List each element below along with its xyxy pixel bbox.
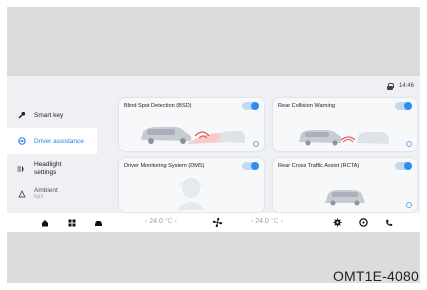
figure-code: OMT1E-4080	[332, 268, 419, 284]
bottom-bar: ‹ 24.0 °C › ‹ 24.0 °C ›	[7, 213, 420, 232]
status-bar: 14:46	[386, 80, 414, 92]
sidebar-item-label: Driver assistance	[34, 137, 84, 145]
rcta-card[interactable]: Rear Cross Traffic Assist (RCTA)	[273, 158, 417, 212]
sidebar-item-driver-assistance[interactable]: Driver assistance	[7, 128, 97, 154]
clock: 14:46	[398, 83, 414, 89]
temp-left-unit: °C	[164, 218, 173, 225]
dms-toggle[interactable]	[242, 162, 259, 170]
sidebar-item-sublabel: light	[34, 193, 44, 200]
lock-icon	[386, 82, 394, 90]
info-icon[interactable]	[253, 141, 259, 147]
dms-illustration	[177, 178, 205, 210]
sidebar: Smart key Driver assistance Headlight se…	[7, 102, 97, 204]
car-icon[interactable]	[94, 218, 103, 227]
fan-icon[interactable]	[212, 217, 223, 228]
sidebar-item-headlight-settings[interactable]: Headlight settings	[7, 154, 97, 184]
temp-right-value: 24.0	[255, 218, 269, 225]
sidebar-item-ambient[interactable]: Ambient light	[7, 184, 97, 204]
dms-card[interactable]: Driver Monitoring System (DMS)	[119, 158, 264, 212]
bsd-illustration	[141, 127, 245, 144]
temp-right[interactable]: ‹ 24.0 °C ›	[251, 218, 283, 225]
card-title: Driver Monitoring System (DMS)	[124, 163, 205, 169]
sidebar-item-label: Smart key	[34, 111, 64, 119]
card-title: Rear Collision Warning	[278, 103, 335, 109]
headlight-icon	[17, 165, 26, 173]
bsd-card[interactable]: Blind Spot Detection (BSD)	[119, 98, 264, 151]
temp-left-value: 24.0	[149, 218, 163, 225]
driver-assist-icon	[17, 137, 26, 145]
sidebar-item-ambient-text: Ambient light	[34, 188, 58, 200]
rear-collision-toggle[interactable]	[395, 102, 412, 110]
sidebar-item-label: Headlight settings	[34, 160, 62, 176]
card-title: Blind Spot Detection (BSD)	[124, 103, 192, 109]
apps-icon[interactable]	[67, 218, 76, 227]
infotainment-screen: 14:46 Smart key Driver assistance Headli…	[7, 76, 420, 232]
settings-icon[interactable]	[333, 218, 342, 227]
bsd-toggle[interactable]	[242, 102, 259, 110]
rear-collision-illustration	[299, 130, 389, 146]
key-icon	[17, 111, 26, 119]
rcta-illustration	[325, 190, 365, 206]
rcta-toggle[interactable]	[395, 162, 412, 170]
steering-icon[interactable]	[359, 218, 368, 227]
home-icon[interactable]	[40, 218, 49, 227]
info-icon[interactable]	[406, 202, 412, 208]
temp-left[interactable]: ‹ 24.0 °C ›	[145, 218, 177, 225]
info-icon[interactable]	[406, 141, 412, 147]
temp-right-unit: °C	[270, 218, 279, 225]
sidebar-item-smart-key[interactable]: Smart key	[7, 102, 97, 128]
phone-icon[interactable]	[384, 218, 393, 227]
ambient-icon	[17, 190, 26, 198]
card-title: Rear Cross Traffic Assist (RCTA)	[278, 163, 360, 169]
rear-collision-card[interactable]: Rear Collision Warning	[273, 98, 417, 151]
